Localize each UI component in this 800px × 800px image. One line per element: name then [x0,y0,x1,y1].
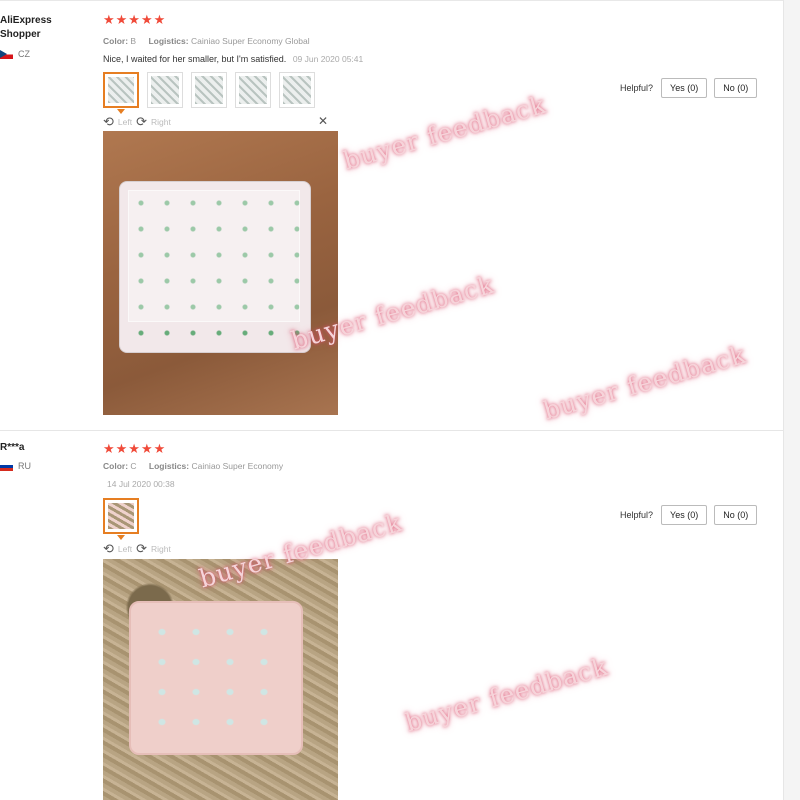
logistics-label: Logistics: [148,461,190,471]
reviewer-name: R***a [0,442,25,453]
country-code: CZ [18,49,30,59]
scrollbar[interactable] [783,0,800,800]
photo-viewer-toolbar: ⟲ Left ⟳ Right ✕ [103,114,338,130]
star-rating: ★★★★★ [103,441,167,456]
review-date: 14 Jul 2020 00:38 [107,479,175,489]
flag-ru-icon [0,461,13,471]
comment-text: Nice, I waited for her smaller, but I'm … [103,54,287,64]
color-value: B [130,36,137,46]
photo-thumbnail[interactable] [191,72,227,108]
helpful-controls: Helpful? Yes (0) No (0) [620,505,758,525]
rotate-left-icon[interactable]: ⟲ [103,114,114,130]
star-rating: ★★★★★ [103,12,167,27]
color-value: C [130,461,137,471]
reviewer-country: RU [0,461,31,471]
helpful-no-button[interactable]: No (0) [714,505,758,525]
photo-thumbnail[interactable] [235,72,271,108]
rotate-right-label[interactable]: Right [151,544,171,554]
review-photo [103,559,338,800]
flag-cz-icon [0,49,13,59]
helpful-controls: Helpful? Yes (0) No (0) [620,78,758,98]
logistics-value: Cainiao Super Economy [191,461,284,471]
photo-thumbnail[interactable] [103,498,139,534]
review-photo [103,131,338,415]
order-info: Color: B Logistics: Cainiao Super Econom… [103,36,320,46]
reviewer-country: CZ [0,49,30,59]
active-thumb-caret [117,535,125,540]
helpful-label: Helpful? [620,510,654,520]
rotate-left-label[interactable]: Left [118,544,132,554]
color-label: Color: [103,36,129,46]
order-info: Color: C Logistics: Cainiao Super Econom… [103,461,293,471]
review-comment: Nice, I waited for her smaller, but I'm … [103,54,363,64]
logistics-label: Logistics: [148,36,189,46]
photo-thumbnail[interactable] [279,72,315,108]
color-label: Color: [103,461,129,471]
close-icon[interactable]: ✕ [318,114,328,128]
rotate-left-label[interactable]: Left [118,117,132,127]
helpful-no-button[interactable]: No (0) [714,78,758,98]
photo-thumbnails [103,72,315,108]
rotate-left-icon[interactable]: ⟲ [103,541,114,557]
helpful-yes-button[interactable]: Yes (0) [661,78,708,98]
reviewer-name: AliExpress Shopper [0,15,52,40]
review-comment: 14 Jul 2020 00:38 [103,479,175,489]
product-photo-content [129,601,303,755]
photo-thumbnails [103,498,139,534]
photo-thumbnail[interactable] [103,72,139,108]
product-photo-content [119,181,311,353]
photo-thumbnail[interactable] [147,72,183,108]
logistics-value: Cainiao Super Economy Global [190,36,310,46]
country-code: RU [18,461,31,471]
review-date: 09 Jun 2020 05:41 [292,54,364,64]
rotate-right-label[interactable]: Right [151,117,171,127]
helpful-yes-button[interactable]: Yes (0) [661,505,708,525]
helpful-label: Helpful? [620,83,654,93]
rotate-right-icon[interactable]: ⟳ [136,541,147,557]
rotate-right-icon[interactable]: ⟳ [136,114,147,130]
